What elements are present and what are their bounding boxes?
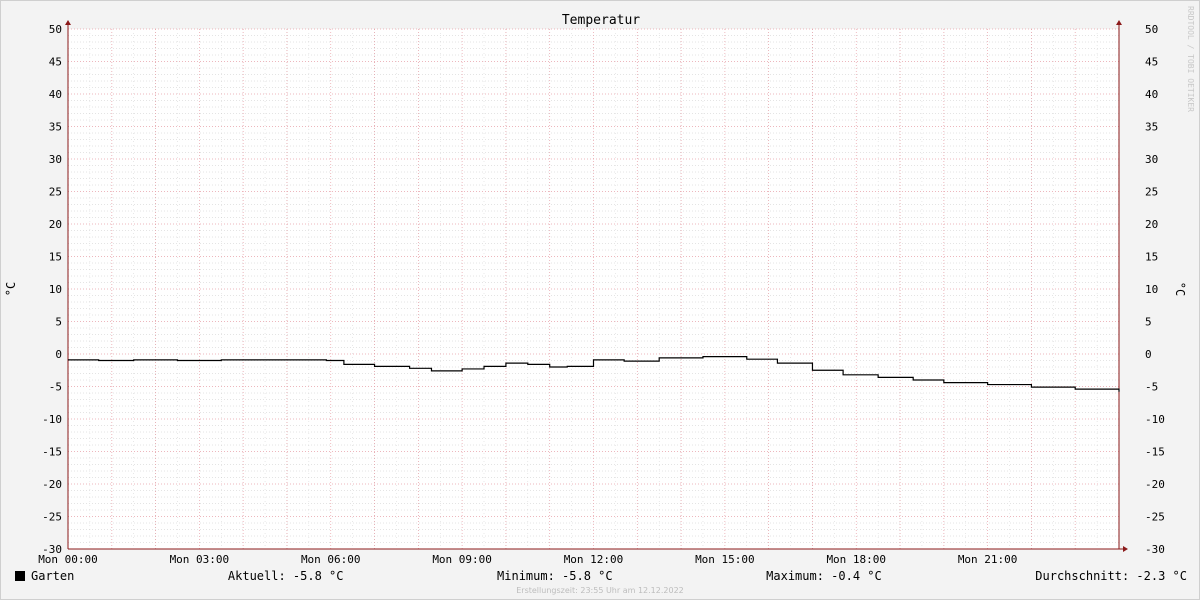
chart-title: Temperatur (562, 13, 640, 28)
y-tick-label-left: 5 (55, 316, 62, 329)
y-tick-label-right: 40 (1145, 88, 1158, 101)
y-tick-label-right: 5 (1145, 316, 1152, 329)
y-tick-label-left: -25 (42, 511, 62, 524)
y-tick-label-left: 10 (49, 283, 62, 296)
y-tick-label-right: -20 (1145, 478, 1165, 491)
temperature-chart: -30 -30-25 -25-20 -20-15 -15-10 -10-5 -50 05 510… (4, 6, 1195, 566)
x-tick-label: Mon 21:00 (958, 553, 1018, 566)
legend-series: Garten (15, 569, 74, 583)
y-tick-label-right: 35 (1145, 121, 1158, 134)
y-tick-label-left: -5 (49, 381, 62, 394)
y-tick-label-right: -10 (1145, 413, 1165, 426)
x-tick-label: Mon 03:00 (170, 553, 230, 566)
y-tick-label-right: 30 (1145, 153, 1158, 166)
chart-frame: -30 -30 -25 -25 -20 -20 -15 -15 -10 -10 -5 -5 0 0 5 5 10… (0, 0, 1200, 600)
legend: Garten Aktuell: -5.8 °C Minimum: -5.8 °C… (15, 567, 1187, 585)
y-tick-label-left: -15 (42, 446, 62, 459)
y-tick-label-left: 35 (49, 121, 62, 134)
y-tick-label-right: 0 (1145, 348, 1152, 361)
y-tick-label-left: 40 (49, 88, 62, 101)
legend-average: Durchschnitt: -2.3 °C (1035, 569, 1187, 583)
y-tick-label-right: -30 (1145, 543, 1165, 556)
right-axis-unit: °C (1173, 282, 1187, 296)
left-axis-arrow (65, 20, 71, 25)
y-tick-label-right: 15 (1145, 251, 1158, 264)
y-tick-label-right: 45 (1145, 56, 1158, 69)
x-tick-label: Mon 15:00 (695, 553, 755, 566)
footer-timestamp: Erstellungszeit: 23:55 Uhr am 12.12.2022 (516, 586, 684, 595)
x-tick-label: Mon 18:00 (826, 553, 886, 566)
x-tick-label: Mon 12:00 (564, 553, 624, 566)
y-tick-label-left: 20 (49, 218, 62, 231)
y-tick-label-left: 50 (49, 23, 62, 36)
legend-maximum: Maximum: -0.4 °C (766, 569, 882, 583)
legend-minimum: Minimum: -5.8 °C (497, 569, 613, 583)
y-tick-label-right: -15 (1145, 446, 1165, 459)
x-tick-label: Mon 09:00 (432, 553, 492, 566)
y-tick-label-right: 10 (1145, 283, 1158, 296)
x-tick-label: Mon 06:00 (301, 553, 361, 566)
y-tick-label-right: -25 (1145, 511, 1165, 524)
right-axis-arrow (1116, 20, 1122, 25)
y-tick-label-left: -20 (42, 478, 62, 491)
y-tick-label-left: 0 (55, 348, 62, 361)
left-axis-unit: °C (4, 282, 18, 296)
legend-swatch (15, 571, 25, 581)
y-tick-label-left: 15 (49, 251, 62, 264)
y-tick-label-right: 20 (1145, 218, 1158, 231)
y-tick-label-left: 45 (49, 56, 62, 69)
y-tick-label-left: 30 (49, 153, 62, 166)
y-tick-label-left: -10 (42, 413, 62, 426)
y-tick-label-left: 25 (49, 186, 62, 199)
watermark: RRDTOOL / TOBI OETIKER (1186, 6, 1195, 112)
y-tick-label-right: 50 (1145, 23, 1158, 36)
legend-current: Aktuell: -5.8 °C (227, 569, 344, 583)
legend-series-label: Garten (31, 569, 75, 583)
x-axis-arrow (1123, 546, 1128, 552)
y-tick-label-right: -5 (1145, 381, 1158, 394)
x-tick-label: Mon 00:00 (38, 553, 98, 566)
y-tick-label-right: 25 (1145, 186, 1158, 199)
